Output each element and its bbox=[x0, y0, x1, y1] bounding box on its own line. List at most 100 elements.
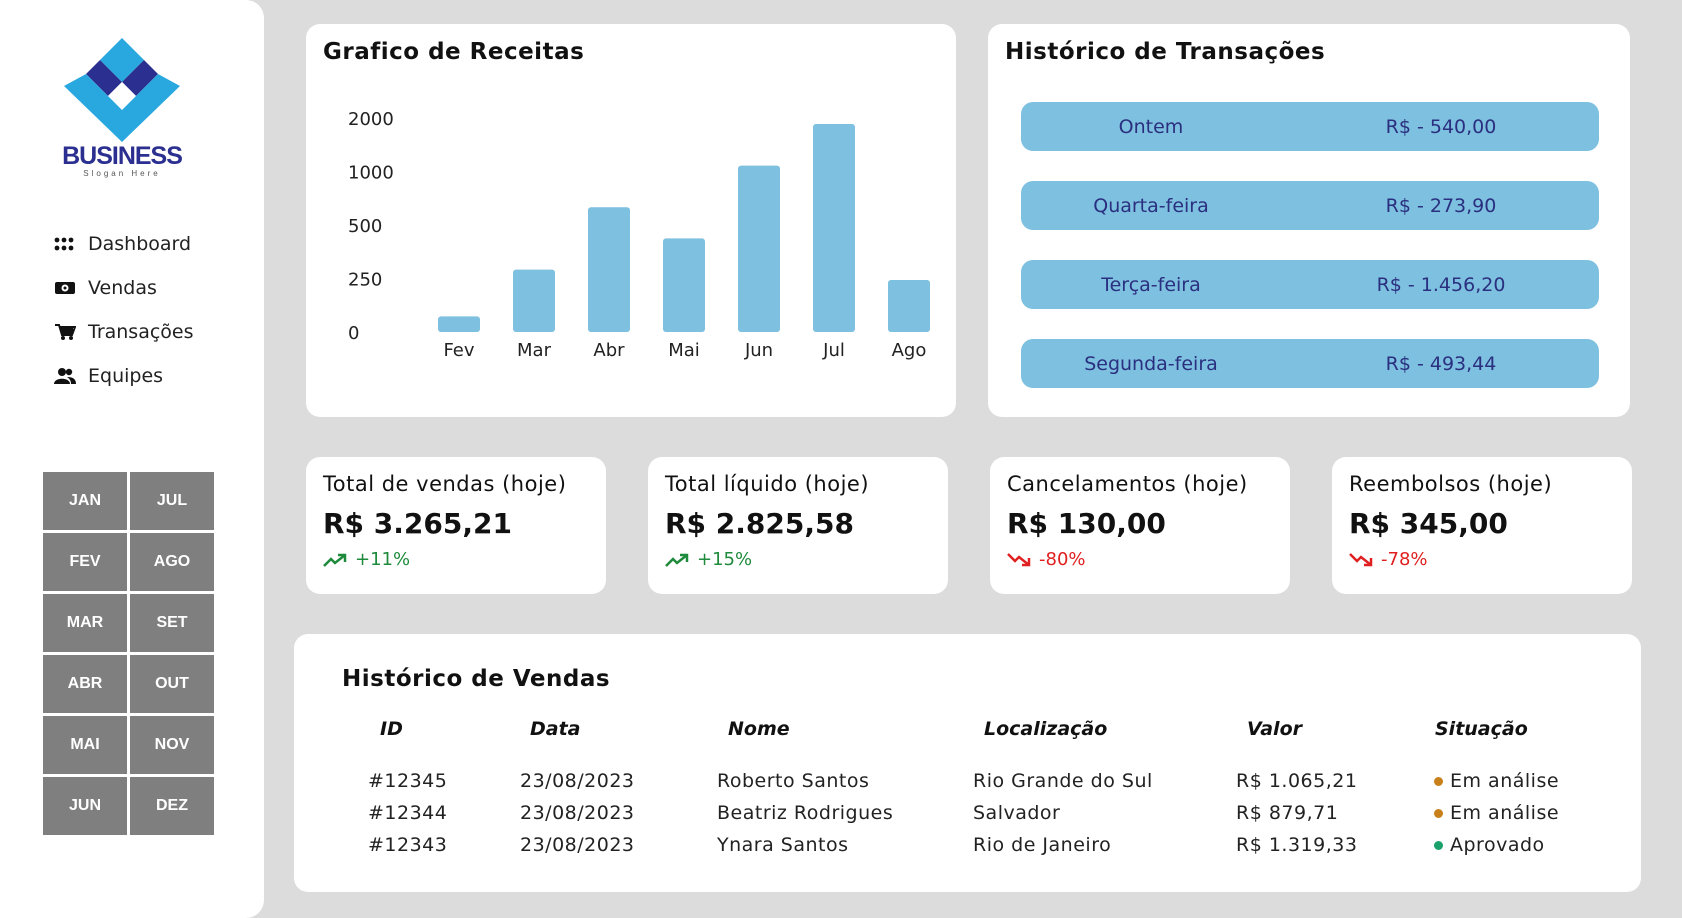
column-header-location[interactable]: Localização bbox=[984, 718, 1107, 740]
transaction-value: R$ - 540,00 bbox=[1385, 115, 1497, 138]
cart-icon bbox=[54, 320, 88, 344]
grid-icon bbox=[54, 232, 88, 256]
kpi-change-value: -80% bbox=[1039, 549, 1086, 570]
kpi-change: -80% bbox=[1007, 549, 1086, 570]
column-header-name[interactable]: Nome bbox=[728, 718, 790, 740]
month-button-mai[interactable]: MAI bbox=[43, 716, 127, 774]
column-header-id[interactable]: ID bbox=[380, 718, 403, 740]
transaction-row[interactable]: Segunda-feira R$ - 493,44 bbox=[1021, 339, 1599, 388]
bar-jul[interactable] bbox=[813, 124, 855, 332]
column-header-status[interactable]: Situação bbox=[1435, 718, 1528, 740]
month-button-nov[interactable]: NOV bbox=[130, 716, 214, 774]
logo-mark-icon bbox=[64, 38, 180, 142]
kpi-value: R$ 130,00 bbox=[1007, 507, 1166, 540]
trend-down-icon bbox=[1349, 552, 1373, 566]
cell-status: Em análise bbox=[1434, 770, 1559, 792]
sidebar-item-equipes[interactable]: Equipes bbox=[54, 354, 194, 398]
cell-date: 23/08/2023 bbox=[520, 770, 635, 792]
cell-value: R$ 1.065,21 bbox=[1236, 770, 1358, 792]
cell-value: R$ 1.319,33 bbox=[1236, 834, 1358, 856]
status-dot-icon bbox=[1434, 777, 1443, 786]
transaction-row[interactable]: Ontem R$ - 540,00 bbox=[1021, 102, 1599, 151]
kpi-card-total-sales: Total de vendas (hoje) R$ 3.265,21 +11% bbox=[306, 457, 606, 594]
kpi-label: Reembolsos (hoje) bbox=[1349, 472, 1553, 496]
status-dot-icon bbox=[1434, 841, 1443, 850]
kpi-change: +15% bbox=[665, 549, 752, 570]
bar-mai[interactable] bbox=[663, 238, 705, 332]
month-button-fev[interactable]: FEV bbox=[43, 533, 127, 591]
x-tick-label: Mar bbox=[517, 340, 552, 361]
cell-location: Rio Grande do Sul bbox=[973, 770, 1153, 792]
cell-status: Em análise bbox=[1434, 802, 1559, 824]
revenue-chart-card: Grafico de Receitas 2000 1000 500 250 0 Fev Ma… bbox=[306, 24, 956, 417]
sidebar-item-label: Dashboard bbox=[88, 233, 192, 255]
kpi-label: Total líquido (hoje) bbox=[665, 472, 870, 496]
y-tick-label: 250 bbox=[348, 270, 382, 291]
month-button-abr[interactable]: ABR bbox=[43, 655, 127, 713]
month-button-out[interactable]: OUT bbox=[130, 655, 214, 713]
kpi-change-value: +11% bbox=[355, 549, 411, 570]
month-button-jun[interactable]: JUN bbox=[43, 777, 127, 835]
month-button-jan[interactable]: JAN bbox=[43, 472, 127, 530]
cell-id: #12344 bbox=[368, 802, 448, 824]
kpi-value: R$ 2.825,58 bbox=[665, 507, 854, 540]
sales-title: Histórico de Vendas bbox=[342, 666, 611, 692]
sidebar-item-label: Vendas bbox=[88, 277, 157, 299]
column-header-value[interactable]: Valor bbox=[1247, 718, 1302, 740]
kpi-change-value: -78% bbox=[1381, 549, 1428, 570]
brand-slogan: Slogan Here bbox=[83, 169, 161, 178]
month-button-dez[interactable]: DEZ bbox=[130, 777, 214, 835]
bar-jun[interactable] bbox=[738, 165, 780, 332]
kpi-value: R$ 3.265,21 bbox=[323, 507, 512, 540]
status-text: Em análise bbox=[1450, 802, 1560, 824]
month-button-mar[interactable]: MAR bbox=[43, 594, 127, 652]
sidebar-item-vendas[interactable]: Vendas bbox=[54, 266, 194, 310]
cell-name: Ynara Santos bbox=[717, 834, 849, 856]
bar-abr[interactable] bbox=[588, 207, 630, 332]
bar-ago[interactable] bbox=[888, 280, 930, 332]
x-tick-label: Fev bbox=[443, 340, 474, 361]
cell-name: Roberto Santos bbox=[717, 770, 870, 792]
kpi-card-net-total: Total líquido (hoje) R$ 2.825,58 +15% bbox=[648, 457, 948, 594]
sidebar-item-dashboard[interactable]: Dashboard bbox=[54, 222, 194, 266]
users-icon bbox=[54, 364, 88, 388]
status-dot-icon bbox=[1434, 809, 1443, 818]
x-tick-label: Jun bbox=[744, 340, 773, 361]
month-button-ago[interactable]: AGO bbox=[130, 533, 214, 591]
kpi-label: Total de vendas (hoje) bbox=[323, 472, 567, 496]
column-header-date[interactable]: Data bbox=[530, 718, 581, 740]
trend-down-icon bbox=[1007, 552, 1031, 566]
cell-name: Beatriz Rodrigues bbox=[717, 802, 894, 824]
kpi-card-cancellations: Cancelamentos (hoje) R$ 130,00 -80% bbox=[990, 457, 1290, 594]
cell-id: #12343 bbox=[368, 834, 448, 856]
transaction-day: Segunda-feira bbox=[1084, 352, 1218, 375]
kpi-label: Cancelamentos (hoje) bbox=[1007, 472, 1248, 496]
cell-value: R$ 879,71 bbox=[1236, 802, 1339, 824]
sales-history-card: Histórico de Vendas ID Data Nome Localiz… bbox=[294, 634, 1641, 892]
sidebar-item-label: Equipes bbox=[88, 365, 164, 387]
bar-mar[interactable] bbox=[513, 269, 555, 332]
money-icon bbox=[54, 276, 88, 300]
transaction-day: Ontem bbox=[1118, 115, 1184, 138]
transactions-history-card: Histórico de Transações Ontem R$ - 540,0… bbox=[988, 24, 1630, 417]
trend-up-icon bbox=[323, 553, 347, 567]
bar-fev[interactable] bbox=[438, 316, 480, 332]
trend-up-icon bbox=[665, 553, 689, 567]
kpi-change: +11% bbox=[323, 549, 410, 570]
month-filter-grid: JAN JUL FEV AGO MAR SET ABR OUT MAI NOV … bbox=[43, 472, 214, 835]
x-tick-label: Mai bbox=[668, 340, 700, 361]
cell-date: 23/08/2023 bbox=[520, 834, 635, 856]
x-tick-label: Abr bbox=[593, 340, 625, 361]
sidebar-item-transacoes[interactable]: Transações bbox=[54, 310, 194, 354]
transaction-row[interactable]: Quarta-feira R$ - 273,90 bbox=[1021, 181, 1599, 230]
business-logo[interactable]: BUSINESS Slogan Here bbox=[58, 36, 186, 182]
transaction-row[interactable]: Terça-feira R$ - 1.456,20 bbox=[1021, 260, 1599, 309]
month-button-set[interactable]: SET bbox=[130, 594, 214, 652]
y-tick-label: 1000 bbox=[348, 163, 394, 184]
month-button-jul[interactable]: JUL bbox=[130, 472, 214, 530]
cell-date: 23/08/2023 bbox=[520, 802, 635, 824]
revenue-bar-chart: 2000 1000 500 250 0 Fev Mar Abr Mai Jun Jul Ago bbox=[348, 109, 930, 361]
y-tick-label: 500 bbox=[348, 216, 382, 237]
y-tick-label: 2000 bbox=[348, 109, 394, 130]
transactions-title: Histórico de Transações bbox=[1005, 39, 1326, 65]
